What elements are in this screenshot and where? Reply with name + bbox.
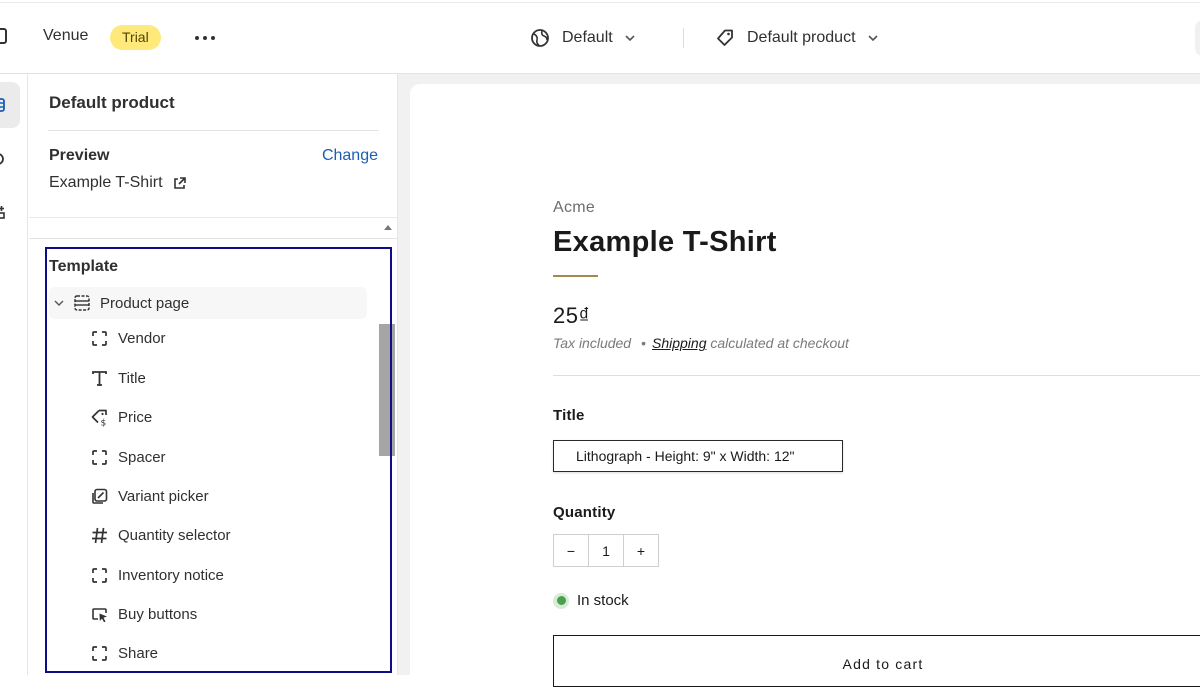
topbar-divider <box>683 28 684 48</box>
block-share[interactable]: Share <box>90 641 158 665</box>
variant-icon <box>92 488 108 504</box>
quantity-label: Quantity <box>553 504 616 521</box>
preview-label: Preview <box>49 147 110 164</box>
scroll-up-arrow[interactable] <box>384 225 392 230</box>
stock-label: In stock <box>577 592 629 609</box>
product-price: 25₫ <box>553 303 591 328</box>
divider <box>48 130 379 131</box>
in-stock-indicator-icon <box>553 592 569 609</box>
theme-select-label: Default <box>562 29 613 46</box>
dot-icon <box>195 36 199 40</box>
chevron-down-icon[interactable] <box>53 297 65 309</box>
block-label: Inventory notice <box>118 566 224 584</box>
block-title[interactable]: Title <box>90 366 146 390</box>
shipping-note: calculated at checkout <box>710 335 849 351</box>
hash-icon <box>92 527 107 543</box>
svg-text:$: $ <box>101 418 107 427</box>
settings-icon[interactable] <box>0 152 6 166</box>
block-label: Variant picker <box>118 487 209 505</box>
title-underline <box>553 275 598 277</box>
block-label: Price <box>118 408 153 426</box>
option-label: Title <box>553 407 585 424</box>
tax-shipping-note: Tax included • Shipping calculated at chec… <box>553 335 849 351</box>
sections-icon <box>0 98 5 112</box>
external-link-icon[interactable] <box>172 176 187 191</box>
block-icon <box>92 567 107 583</box>
product-title: Example T-Shirt <box>553 226 777 258</box>
block-spacer[interactable]: Spacer <box>90 445 166 469</box>
block-vendor[interactable]: Vendor <box>90 326 166 350</box>
chevron-down-icon <box>625 35 635 42</box>
left-rail <box>0 74 28 675</box>
block-label: Quantity selector <box>118 526 231 544</box>
block-label: Buy buttons <box>118 605 198 623</box>
trial-badge: Trial <box>110 25 161 50</box>
top-bar: Venue Trial Default Default product <box>0 0 1200 74</box>
block-label: Share <box>118 644 159 662</box>
cursor-icon <box>92 607 107 622</box>
apps-icon[interactable] <box>0 205 6 219</box>
change-preview-link[interactable]: Change <box>322 147 378 165</box>
block-label: Title <box>118 369 146 387</box>
block-icon <box>92 645 107 661</box>
divider <box>553 375 1200 376</box>
store-name: Venue <box>43 27 89 44</box>
template-label: Template <box>49 258 119 275</box>
chevron-down-icon <box>867 35 878 42</box>
variant-select[interactable]: Lithograph - Height: 9" x Width: 12" <box>553 440 843 472</box>
block-label: Spacer <box>118 448 166 466</box>
quantity-stepper[interactable]: − 1 + <box>553 534 659 567</box>
block-buy-buttons[interactable]: Buy buttons <box>90 602 197 626</box>
block-icon <box>92 449 107 465</box>
separator-dot: • <box>641 335 646 351</box>
price-tag-icon: $ <box>91 409 107 427</box>
more-actions-button[interactable] <box>192 26 218 50</box>
template-select-label: Default product <box>747 29 856 46</box>
text-icon <box>92 370 107 386</box>
block-icon <box>92 330 107 346</box>
top-divider <box>0 2 1200 3</box>
block-price[interactable]: $ Price <box>90 405 152 429</box>
section-icon <box>74 295 90 311</box>
template-root-label: Product page <box>100 294 190 312</box>
globe-icon <box>531 29 549 47</box>
tag-icon <box>717 29 733 46</box>
add-to-cart-label: Add to cart <box>842 656 924 672</box>
block-label: Vendor <box>118 329 166 347</box>
add-to-cart-button[interactable]: Add to cart <box>553 635 1200 687</box>
sidebar-title: Default product <box>49 93 175 112</box>
template-root-product-page[interactable]: Product page <box>49 287 367 319</box>
block-quantity-selector[interactable]: Quantity selector <box>90 523 231 547</box>
dot-icon <box>211 36 215 40</box>
divider <box>29 238 398 239</box>
quantity-plus-button[interactable]: + <box>624 535 658 566</box>
shipping-link[interactable]: Shipping <box>652 335 707 351</box>
quantity-minus-button[interactable]: − <box>554 535 588 566</box>
preview-product-name: Example T-Shirt <box>49 174 163 191</box>
inventory-status: In stock <box>553 592 629 609</box>
block-inventory-notice[interactable]: Inventory notice <box>90 563 224 587</box>
theme-select[interactable]: Default <box>530 21 637 55</box>
exit-icon[interactable] <box>0 28 7 44</box>
tax-note: Tax included <box>553 335 632 351</box>
product-vendor: Acme <box>553 199 596 216</box>
divider <box>29 217 398 218</box>
block-variant-picker[interactable]: Variant picker <box>90 484 209 508</box>
topbar-action-button[interactable] <box>1195 20 1200 56</box>
template-select[interactable]: Default product <box>715 21 880 55</box>
preview-canvas <box>410 84 1200 684</box>
quantity-input[interactable]: 1 <box>588 535 624 566</box>
dot-icon <box>203 36 207 40</box>
preview-product[interactable]: Example T-Shirt <box>49 174 187 192</box>
